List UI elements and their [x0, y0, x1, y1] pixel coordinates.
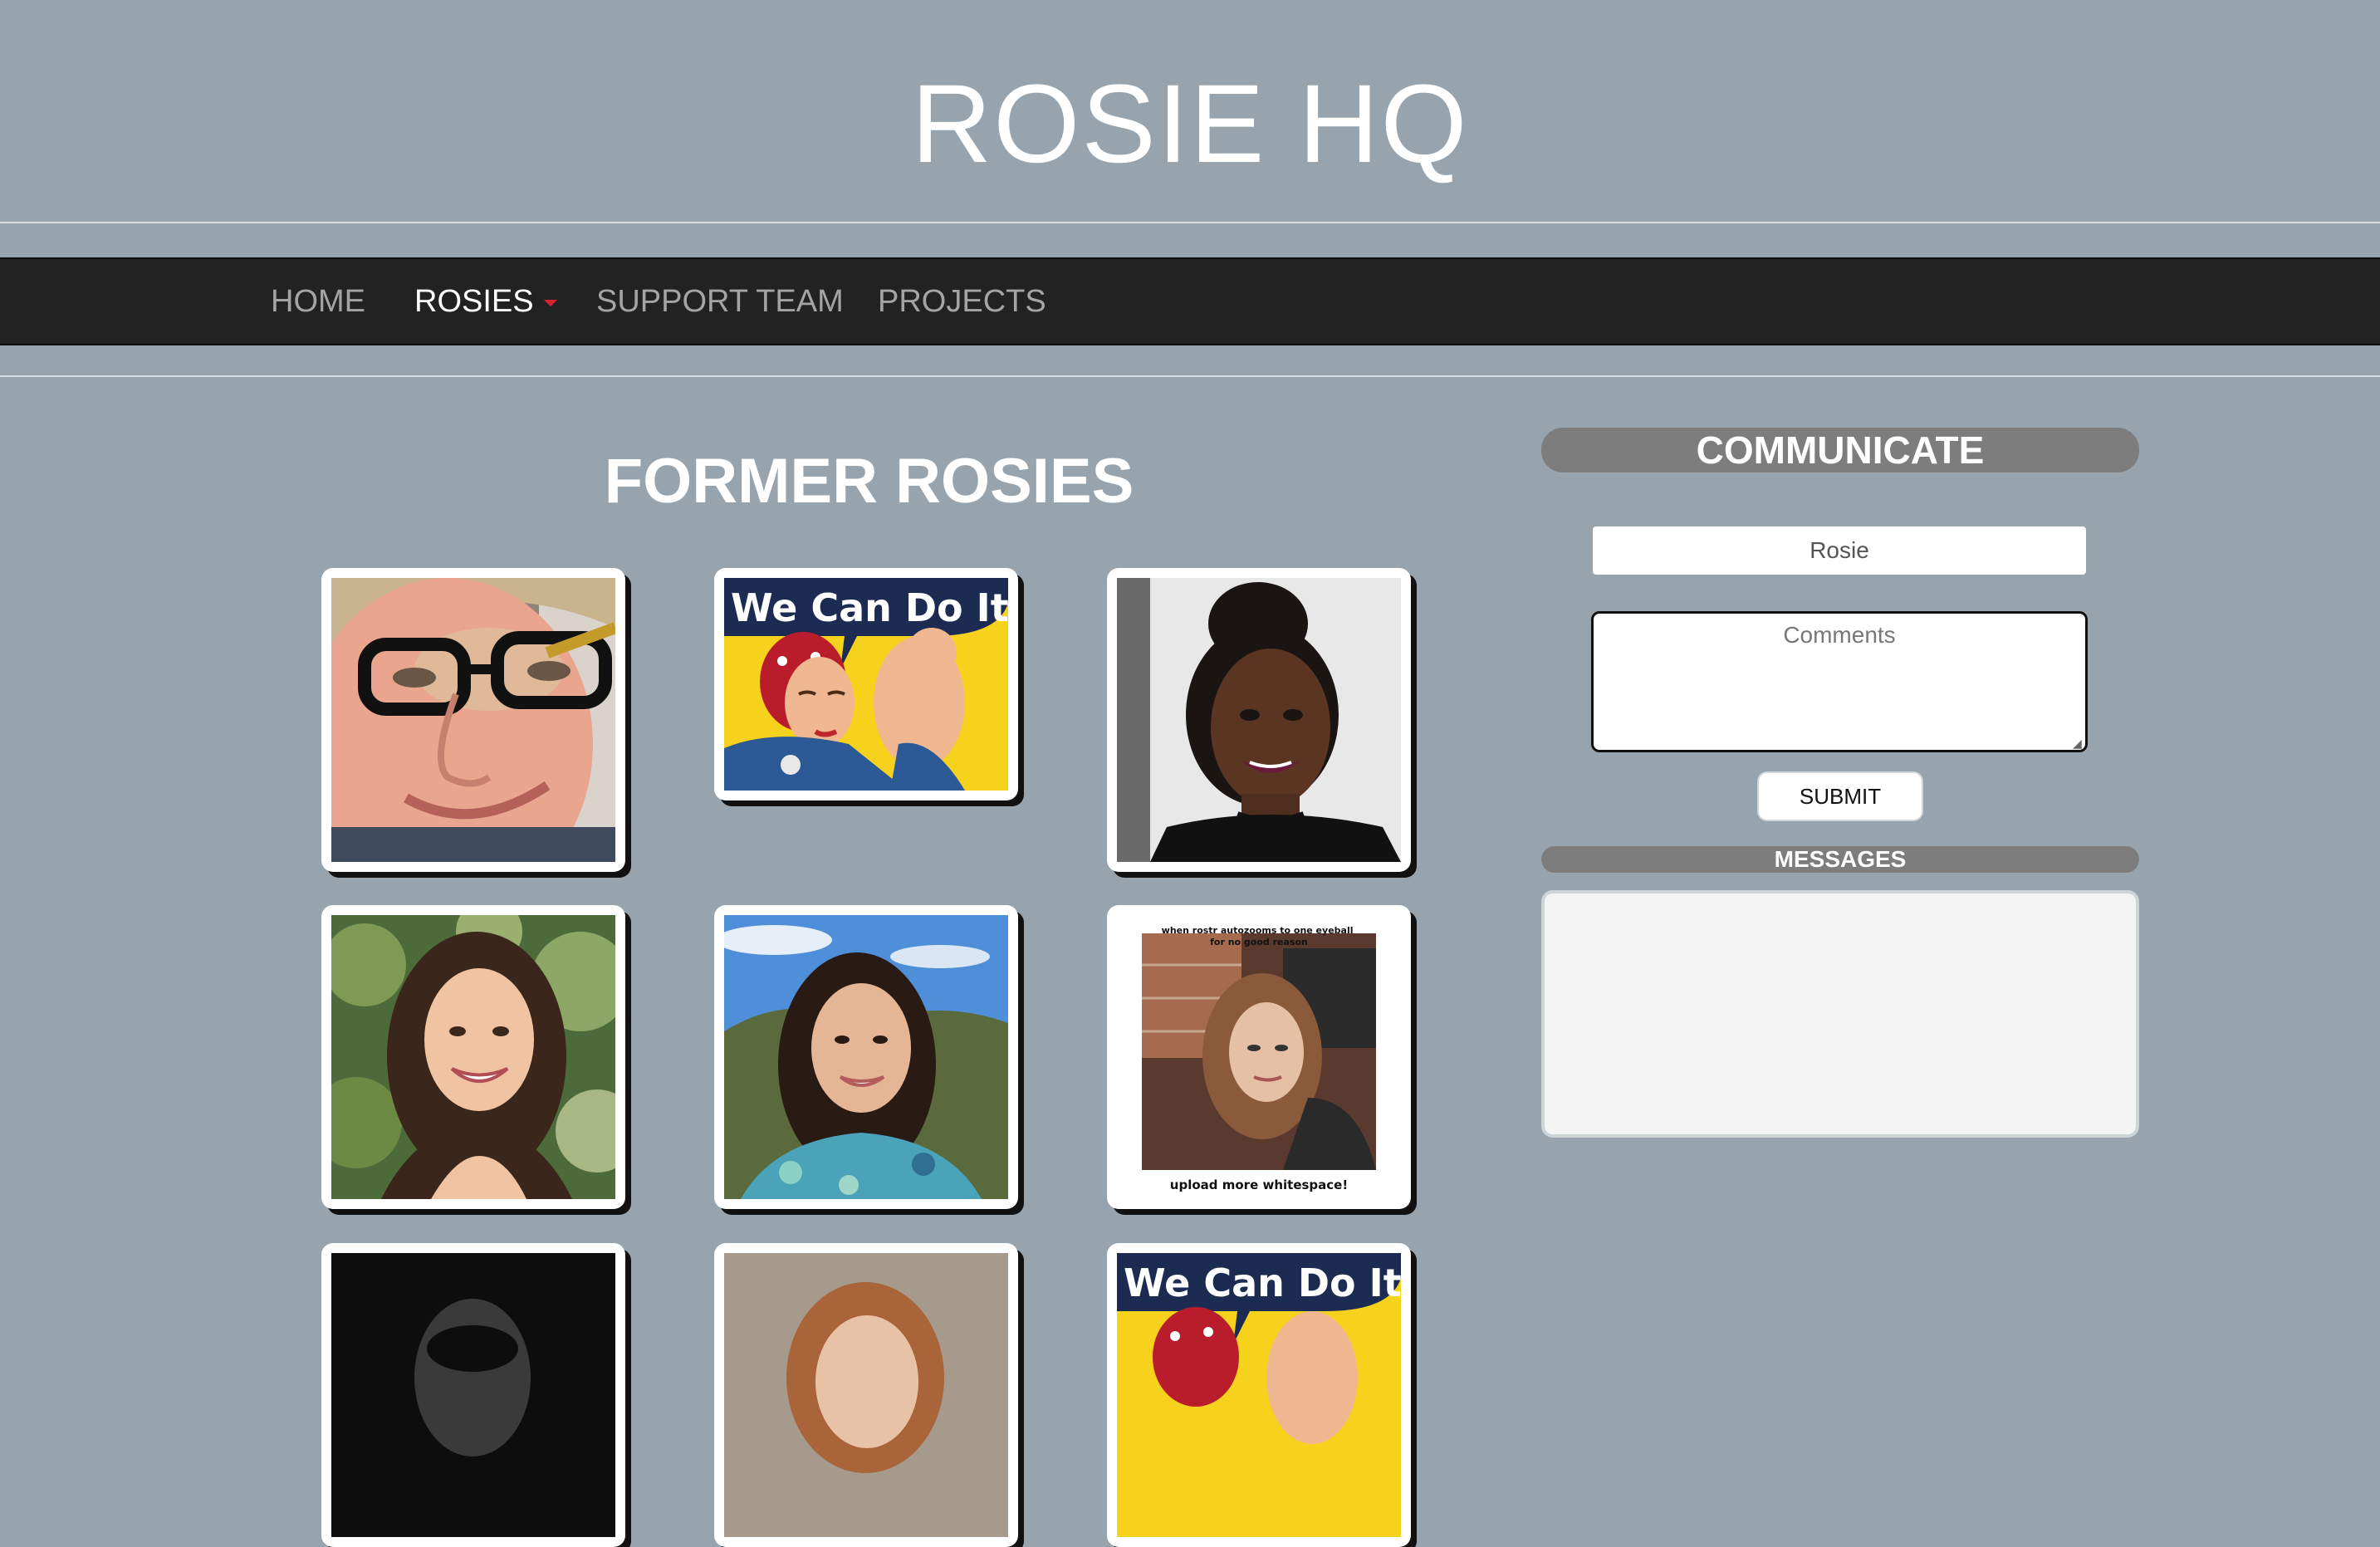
- header-divider: [0, 222, 2380, 223]
- rosie-photo: [331, 915, 615, 1199]
- caret-down-icon: [543, 299, 557, 306]
- poster-text: We Can Do It!: [731, 585, 1008, 630]
- comments-textarea[interactable]: [1591, 611, 2088, 752]
- rosie-card[interactable]: [321, 905, 625, 1209]
- nav-support-team-label: SUPPORT TEAM: [596, 284, 844, 319]
- nav-rosies-dropdown[interactable]: ROSIES: [414, 259, 557, 344]
- nav-rosies-label: ROSIES: [414, 284, 534, 319]
- nav-projects[interactable]: PROJECTS: [878, 259, 1046, 344]
- nav-projects-label: PROJECTS: [878, 284, 1046, 319]
- name-input[interactable]: [1591, 525, 2088, 576]
- rosie-card[interactable]: We Can Do It!: [1107, 1243, 1411, 1547]
- nav-home-label: HOME: [271, 284, 365, 319]
- nav-divider: [0, 375, 2380, 377]
- section-title: FORMER ROSIES: [604, 446, 1134, 516]
- submit-button[interactable]: SUBMIT: [1757, 771, 1923, 821]
- rosie-card[interactable]: We Can Do It!: [714, 568, 1018, 800]
- rosie-card[interactable]: [714, 905, 1018, 1209]
- rosie-photo: [1117, 578, 1401, 862]
- rosie-card[interactable]: [714, 1243, 1018, 1547]
- rosie-card[interactable]: [1107, 568, 1411, 872]
- rosie-photo: [724, 1253, 1008, 1537]
- rosie-card[interactable]: [321, 568, 625, 872]
- rosie-card[interactable]: when rostr autozooms to one eyeball for …: [1107, 905, 1411, 1209]
- rosie-photo: [724, 915, 1008, 1199]
- nav-home[interactable]: HOME: [271, 259, 365, 344]
- main-navbar: HOME ROSIES SUPPORT TEAM PROJECTS: [0, 257, 2380, 345]
- resize-grip-icon[interactable]: ◢: [2073, 737, 2082, 749]
- rosie-photo: [331, 578, 615, 862]
- nav-support-team[interactable]: SUPPORT TEAM: [596, 259, 844, 344]
- messages-box: [1541, 890, 2139, 1138]
- we-can-do-it-poster: We Can Do It!: [724, 578, 1008, 791]
- messages-header: MESSAGES: [1541, 846, 2139, 873]
- meme-photo: when rostr autozooms to one eyeball for …: [1117, 915, 1401, 1199]
- we-can-do-it-poster: We Can Do It!: [1117, 1253, 1401, 1537]
- rosie-photo: [331, 1253, 615, 1537]
- poster-text: We Can Do It!: [1124, 1261, 1401, 1305]
- site-title: ROSIE HQ: [911, 62, 1469, 186]
- rosie-card[interactable]: [321, 1243, 625, 1547]
- communicate-header: COMMUNICATE: [1541, 428, 2139, 472]
- meme-bottom-text: upload more whitespace!: [1170, 1177, 1348, 1192]
